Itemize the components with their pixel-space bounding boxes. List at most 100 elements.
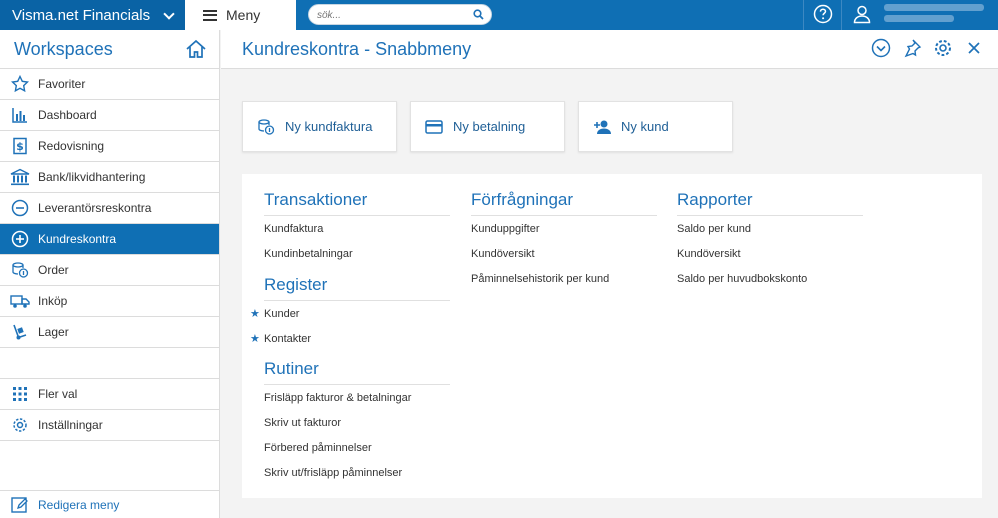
- sidebar-item-leverantorsreskontra[interactable]: Leverantörsreskontra: [0, 193, 219, 224]
- sidebar-item-label: Favoriter: [38, 77, 86, 91]
- sidebar-item-label: Kundreskontra: [38, 232, 117, 246]
- link-kunduppgifter[interactable]: Kunduppgifter: [471, 217, 657, 242]
- link-kunder[interactable]: ★ Kunder: [250, 302, 450, 327]
- hamburger-icon: [203, 9, 217, 21]
- quick-action-label: Ny betalning: [453, 119, 526, 134]
- gear-icon[interactable]: [933, 38, 953, 58]
- quick-menu-panel: Transaktioner Kundfaktura Kundinbetalnin…: [242, 174, 982, 498]
- star-icon: [10, 74, 30, 94]
- section-title: Register: [264, 275, 450, 301]
- sidebar-item-order[interactable]: Order: [0, 255, 219, 286]
- section-title: Rapporter: [677, 190, 863, 216]
- link-forbered-paminnelser[interactable]: Förbered påminnelser: [264, 436, 450, 461]
- sidebar-item-label: Order: [38, 263, 69, 277]
- truck-icon: [10, 291, 30, 311]
- bar-chart-icon: [10, 105, 30, 125]
- sidebar-item-favoriter[interactable]: Favoriter: [0, 69, 219, 100]
- hand-truck-icon: [10, 322, 30, 342]
- user-icon: [852, 4, 872, 27]
- sidebar: Workspaces Favoriter Dashboard $ Redovis…: [0, 30, 220, 518]
- product-switcher[interactable]: Visma.net Financials: [0, 0, 185, 30]
- sidebar-item-installningar[interactable]: Inställningar: [0, 410, 219, 441]
- link-paminnelsehistorik[interactable]: Påminnelsehistorik per kund: [471, 267, 657, 292]
- plus-circle-icon: [10, 229, 30, 249]
- column-rapporter: Rapporter Saldo per kund Kundöversikt Sa…: [677, 190, 863, 292]
- workspaces-header: Workspaces: [0, 30, 219, 69]
- chevron-down-icon: [163, 8, 175, 20]
- link-saldo-per-huvudbokskonto[interactable]: Saldo per huvudbokskonto: [677, 267, 863, 292]
- sidebar-item-label: Lager: [38, 325, 69, 339]
- column-rutiner: Rutiner Frisläpp fakturor & betalningar …: [264, 359, 450, 486]
- search-icon[interactable]: [473, 9, 484, 23]
- top-bar: Visma.net Financials Meny: [0, 0, 998, 30]
- page-header: Kundreskontra - Snabbmeny: [221, 30, 998, 69]
- close-icon[interactable]: [964, 38, 984, 58]
- minus-circle-icon: [10, 198, 30, 218]
- link-frislapp-fakturor[interactable]: Frisläpp fakturor & betalningar: [264, 386, 450, 411]
- bank-icon: [10, 167, 30, 187]
- workspaces-title: Workspaces: [14, 38, 113, 59]
- grid-icon: [10, 384, 30, 404]
- favorite-star-icon[interactable]: ★: [250, 302, 260, 327]
- menu-label: Meny: [226, 7, 261, 23]
- quick-action-new-payment[interactable]: Ny betalning: [410, 101, 565, 152]
- sidebar-item-dashboard[interactable]: Dashboard: [0, 100, 219, 131]
- section-title: Transaktioner: [264, 190, 450, 216]
- svg-text:$: $: [16, 140, 24, 153]
- order-coins-icon: [10, 260, 30, 280]
- help-icon: [813, 4, 833, 27]
- link-skriv-ut-paminnelser[interactable]: Skriv ut/frisläpp påminnelser: [264, 461, 450, 486]
- ledger-dollar-icon: $: [10, 136, 30, 156]
- sidebar-item-inkop[interactable]: Inköp: [0, 286, 219, 317]
- menu-button[interactable]: Meny: [185, 0, 296, 30]
- edit-menu-label: Redigera meny: [38, 497, 120, 512]
- sidebar-item-bank[interactable]: Bank/likvidhantering: [0, 162, 219, 193]
- sidebar-item-label: Inköp: [38, 294, 68, 308]
- link-saldo-per-kund[interactable]: Saldo per kund: [677, 217, 863, 242]
- product-name: Visma.net Financials: [12, 6, 151, 24]
- user-menu[interactable]: [841, 0, 998, 30]
- edit-menu-link[interactable]: Redigera meny: [0, 490, 219, 518]
- credit-card-icon: [425, 118, 443, 136]
- blurred-user-name: [884, 4, 984, 26]
- link-kontakter[interactable]: ★ Kontakter: [250, 327, 450, 352]
- header-actions: [871, 38, 984, 58]
- section-title: Förfrågningar: [471, 190, 657, 216]
- pin-icon[interactable]: [902, 38, 922, 58]
- link-label: Kontakter: [264, 333, 312, 345]
- help-button[interactable]: [803, 0, 841, 30]
- link-kundinbetalningar[interactable]: Kundinbetalningar: [264, 242, 450, 267]
- quick-action-label: Ny kund: [621, 119, 669, 134]
- sidebar-item-redovisning[interactable]: $ Redovisning: [0, 131, 219, 162]
- column-forfragningar: Förfrågningar Kunduppgifter Kundöversikt…: [471, 190, 657, 292]
- edit-menu-icon: [10, 495, 30, 515]
- invoice-coins-icon: [257, 118, 275, 136]
- sidebar-item-label: Redovisning: [38, 139, 105, 153]
- link-rapport-kundoversikt[interactable]: Kundöversikt: [677, 242, 863, 267]
- chevron-down-circle-icon[interactable]: [871, 38, 891, 58]
- link-label: Kunder: [264, 308, 300, 320]
- sidebar-item-label: Bank/likvidhantering: [38, 170, 146, 184]
- quick-action-new-customer[interactable]: Ny kund: [578, 101, 733, 152]
- favorite-star-icon[interactable]: ★: [250, 327, 260, 352]
- search-input[interactable]: [317, 8, 467, 22]
- quick-action-label: Ny kundfaktura: [285, 119, 373, 134]
- column-register: Register ★ Kunder ★ Kontakter: [250, 275, 450, 352]
- sidebar-item-kundreskontra[interactable]: Kundreskontra: [0, 224, 219, 255]
- sidebar-spacer: [0, 348, 219, 379]
- sidebar-item-lager[interactable]: Lager: [0, 317, 219, 348]
- link-kundoversikt[interactable]: Kundöversikt: [471, 242, 657, 267]
- sidebar-item-fler-val[interactable]: Fler val: [0, 379, 219, 410]
- search-box: [308, 4, 492, 25]
- sidebar-item-label: Dashboard: [38, 108, 97, 122]
- home-icon[interactable]: [185, 38, 207, 63]
- sidebar-item-label: Inställningar: [38, 418, 103, 432]
- add-user-icon: [593, 118, 611, 136]
- gear-icon: [10, 415, 30, 435]
- quick-action-new-invoice[interactable]: Ny kundfaktura: [242, 101, 397, 152]
- column-transaktioner: Transaktioner Kundfaktura Kundinbetalnin…: [264, 190, 450, 267]
- page-title: Kundreskontra - Snabbmeny: [242, 39, 472, 59]
- sidebar-item-label: Fler val: [38, 387, 78, 401]
- link-kundfaktura[interactable]: Kundfaktura: [264, 217, 450, 242]
- link-skriv-ut-fakturor[interactable]: Skriv ut fakturor: [264, 411, 450, 436]
